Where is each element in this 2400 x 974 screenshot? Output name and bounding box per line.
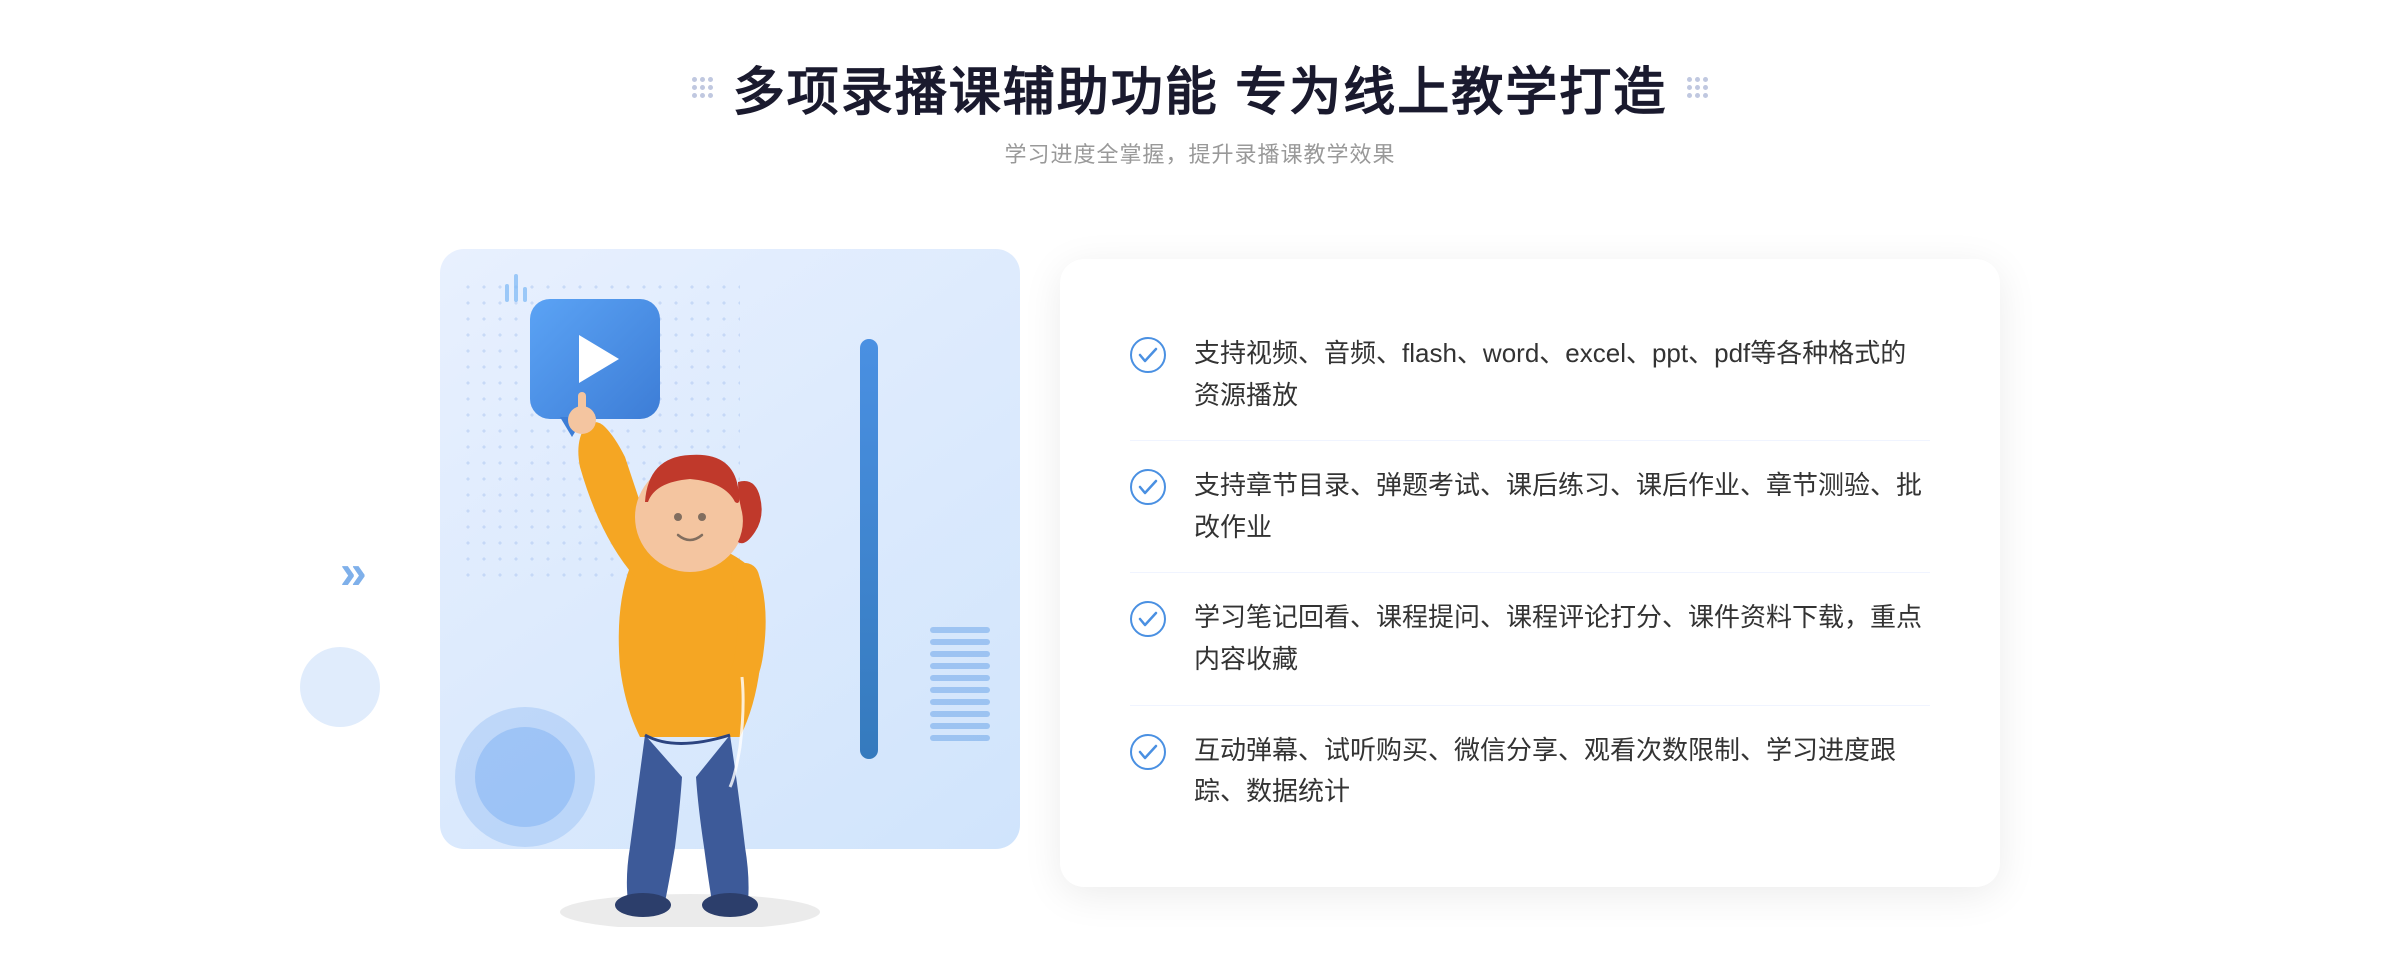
dot-grid-right	[1687, 77, 1708, 98]
page-title: 多项录播课辅助功能 专为线上教学打造	[733, 50, 1667, 125]
feature-text-3: 学习笔记回看、课程提问、课程评论打分、课件资料下载，重点内容收藏	[1194, 597, 1930, 680]
features-panel: 支持视频、音频、flash、word、excel、ppt、pdf等各种格式的资源…	[1060, 259, 2000, 887]
chevron-left-icon: »	[340, 545, 367, 600]
feature-text-1: 支持视频、音频、flash、word、excel、ppt、pdf等各种格式的资源…	[1194, 333, 1930, 416]
feature-text-4: 互动弹幕、试听购买、微信分享、观看次数限制、学习进度跟踪、数据统计	[1194, 730, 1930, 813]
dot-grid-left	[692, 77, 713, 98]
feature-item-2: 支持章节目录、弹题考试、课后练习、课后作业、章节测验、批改作业	[1130, 441, 1930, 573]
feature-text-2: 支持章节目录、弹题考试、课后练习、课后作业、章节测验、批改作业	[1194, 465, 1930, 548]
small-circle-decoration	[300, 647, 380, 727]
feature-item-3: 学习笔记回看、课程提问、课程评论打分、课件资料下载，重点内容收藏	[1130, 573, 1930, 705]
check-icon-1	[1130, 337, 1166, 373]
header-title-row: 多项录播课辅助功能 专为线上教学打造	[692, 50, 1708, 125]
feature-item-4: 互动弹幕、试听购买、微信分享、观看次数限制、学习进度跟踪、数据统计	[1130, 706, 1930, 837]
check-icon-3	[1130, 601, 1166, 637]
content-area: »	[400, 219, 2000, 927]
header-section: 多项录播课辅助功能 专为线上教学打造 学习进度全掌握，提升录播课教学效果	[692, 50, 1708, 169]
check-icon-2	[1130, 469, 1166, 505]
check-icon-4	[1130, 734, 1166, 770]
human-figure-svg	[460, 287, 980, 927]
illustration-wrapper	[400, 219, 1080, 927]
feature-item-1: 支持视频、音频、flash、word、excel、ppt、pdf等各种格式的资源…	[1130, 309, 1930, 441]
page-container: 多项录播课辅助功能 专为线上教学打造 学习进度全掌握，提升录播课教学效果 »	[0, 0, 2400, 974]
page-subtitle: 学习进度全掌握，提升录播课教学效果	[1004, 137, 1395, 169]
